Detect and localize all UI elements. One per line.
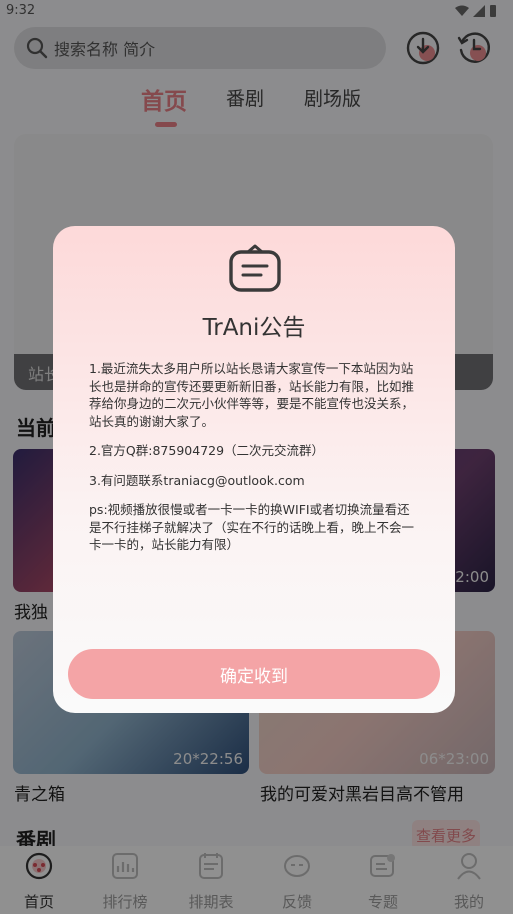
dialog-body: 1.最近流失太多用户所以站长恳请大家宣传一下本站因为站长也是拼命的宣传还要更新新… [89,360,421,566]
notice-icon [229,244,281,292]
dialog-title: TrAni公告 [202,315,306,341]
announcement-paragraph: ps:视频播放很慢或者一卡一卡的换WIFI或者切换流量看还是不行挂梯子就解决了（… [89,502,415,552]
announcement-paragraph: 3.有问题联系traniacg@outlook.com [89,472,305,488]
announcement-dialog: TrAni公告 1.最近流失太多用户所以站长恳请大家宣传一下本站因为站长也是拼命… [53,226,455,713]
announcement-paragraph: 1.最近流失太多用户所以站长恳请大家宣传一下本站因为站长也是拼命的宣传还要更新新… [89,361,415,429]
confirm-button[interactable]: 确定收到 [68,649,440,699]
announcement-paragraph: 2.官方Q群:875904729（二次元交流群） [89,443,325,458]
